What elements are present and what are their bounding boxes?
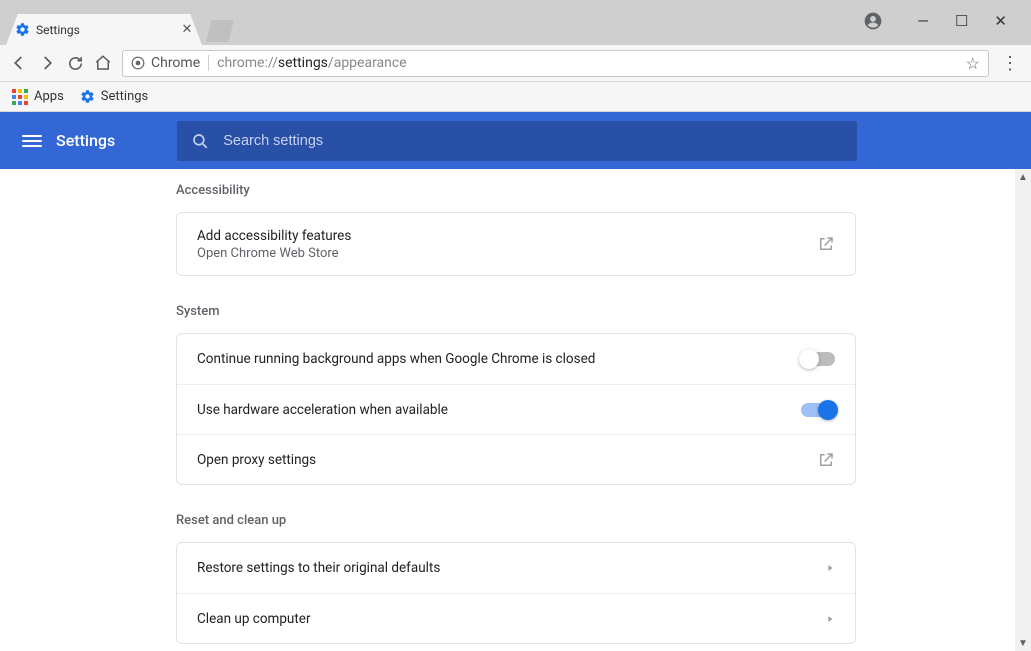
browser-tab-settings[interactable]: Settings ✕: [6, 14, 202, 45]
section-system-label: System: [176, 304, 856, 319]
close-window-icon[interactable]: ✕: [994, 14, 1007, 29]
chrome-chip: Chrome: [131, 55, 209, 71]
toggle-hardware-accel[interactable]: [801, 403, 835, 417]
settings-content: Accessibility Add accessibility features…: [0, 169, 1015, 651]
bookmarks-bar: Apps Settings: [0, 82, 1031, 112]
address-bar[interactable]: Chrome chrome://settings/appearance ☆: [122, 50, 989, 77]
apps-icon: [12, 89, 28, 105]
window-controls: — ☐ ✕: [853, 11, 1031, 45]
scroll-down-icon[interactable]: ▼: [1015, 635, 1031, 651]
chevron-right-icon: [825, 614, 835, 624]
page-title: Settings: [56, 131, 115, 150]
search-input[interactable]: [223, 133, 843, 149]
row-title: Continue running background apps when Go…: [197, 351, 595, 367]
row-add-accessibility[interactable]: Add accessibility features Open Chrome W…: [177, 213, 855, 275]
reset-card: Restore settings to their original defau…: [176, 542, 856, 644]
bookmark-settings[interactable]: Settings: [80, 89, 148, 104]
accessibility-card: Add accessibility features Open Chrome W…: [176, 212, 856, 276]
gear-icon: [80, 89, 95, 104]
row-title: Add accessibility features: [197, 228, 351, 244]
search-icon: [191, 132, 209, 150]
row-proxy-settings[interactable]: Open proxy settings: [177, 434, 855, 484]
maximize-icon[interactable]: ☐: [955, 14, 968, 29]
external-link-icon: [817, 451, 835, 469]
row-subtitle: Open Chrome Web Store: [197, 246, 351, 261]
row-background-apps[interactable]: Continue running background apps when Go…: [177, 334, 855, 384]
row-title: Use hardware acceleration when available: [197, 402, 448, 418]
gear-icon: [14, 22, 30, 38]
row-title: Open proxy settings: [197, 452, 316, 468]
scroll-up-icon[interactable]: ▲: [1015, 169, 1031, 185]
back-icon[interactable]: [10, 54, 28, 72]
section-reset-label: Reset and clean up: [176, 513, 856, 528]
minimize-icon[interactable]: —: [917, 14, 929, 29]
section-accessibility-label: Accessibility: [176, 183, 856, 198]
row-title: Restore settings to their original defau…: [197, 560, 440, 576]
tab-title: Settings: [36, 23, 174, 37]
reload-icon[interactable]: [66, 54, 84, 72]
tab-strip: Settings ✕: [0, 0, 853, 45]
bookmark-settings-label: Settings: [101, 89, 148, 104]
toggle-background-apps[interactable]: [801, 352, 835, 366]
row-restore-defaults[interactable]: Restore settings to their original defau…: [177, 543, 855, 593]
new-tab-button[interactable]: [206, 20, 234, 42]
browser-toolbar: Chrome chrome://settings/appearance ☆ ⋮: [0, 45, 1031, 82]
menu-icon[interactable]: ⋮: [999, 53, 1021, 74]
search-settings[interactable]: [177, 121, 857, 161]
close-icon[interactable]: ✕: [180, 23, 194, 37]
system-card: Continue running background apps when Go…: [176, 333, 856, 485]
row-hardware-accel[interactable]: Use hardware acceleration when available: [177, 384, 855, 434]
row-clean-up[interactable]: Clean up computer: [177, 593, 855, 643]
hamburger-icon[interactable]: [22, 135, 42, 147]
url-text: chrome://settings/appearance: [217, 55, 407, 71]
chevron-right-icon: [825, 563, 835, 573]
bookmark-apps[interactable]: Apps: [12, 89, 64, 105]
forward-icon[interactable]: [38, 54, 56, 72]
window-titlebar: Settings ✕ — ☐ ✕: [0, 0, 1031, 45]
vertical-scrollbar[interactable]: ▲ ▼: [1015, 169, 1031, 651]
account-icon[interactable]: [863, 11, 883, 31]
chrome-chip-label: Chrome: [151, 55, 200, 71]
bookmark-apps-label: Apps: [34, 89, 64, 104]
settings-header: Settings: [0, 112, 1031, 169]
external-link-icon: [817, 235, 835, 253]
home-icon[interactable]: [94, 54, 112, 72]
row-title: Clean up computer: [197, 611, 311, 627]
star-icon[interactable]: ☆: [966, 54, 980, 73]
